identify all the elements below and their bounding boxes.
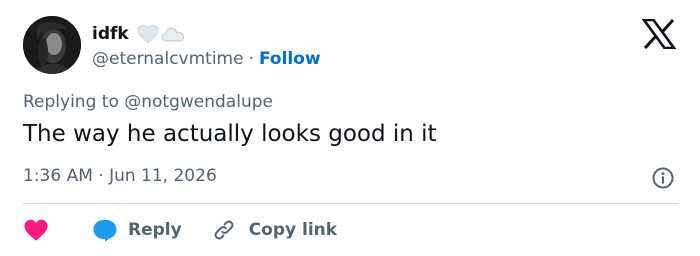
follow-button[interactable]: Follow [259, 49, 321, 69]
tweet-embed-card: idfk @eternalcvmtime · Follow Replying t… [0, 0, 700, 256]
reply-context: Replying to @notgwendalupe [23, 92, 273, 112]
tweet-text: The way he actually looks good in it [23, 121, 437, 147]
separator-dot: · [248, 49, 254, 69]
info-icon[interactable] [651, 166, 675, 190]
x-logo-icon[interactable] [642, 19, 676, 49]
copy-link-label: Copy link [248, 220, 338, 240]
author-handle[interactable]: @eternalcvmtime [92, 49, 244, 69]
display-name-row: idfk [92, 22, 185, 46]
display-name[interactable]: idfk [92, 24, 129, 44]
tweet-timestamp[interactable]: 1:36 AM · Jun 11, 2026 [23, 166, 217, 186]
reply-bubble-icon [93, 220, 117, 242]
like-button[interactable] [23, 218, 49, 242]
handle-row: @eternalcvmtime · Follow [92, 47, 321, 71]
copy-link-button[interactable]: Copy link [212, 218, 337, 242]
reply-button[interactable]: Reply [92, 218, 182, 242]
avatar[interactable] [23, 16, 81, 74]
reply-label: Reply [128, 220, 182, 240]
heart-icon [24, 219, 48, 241]
white-heart-icon [137, 24, 159, 44]
reply-context-prefix: Replying to [23, 92, 125, 112]
link-icon [214, 220, 234, 240]
reply-mention-link[interactable]: @notgwendalupe [124, 92, 273, 112]
action-bar: Reply Copy link [23, 216, 337, 244]
divider [23, 203, 679, 204]
cloud-icon [161, 27, 184, 42]
avatar-image [23, 16, 81, 74]
name-emojis [137, 24, 185, 44]
